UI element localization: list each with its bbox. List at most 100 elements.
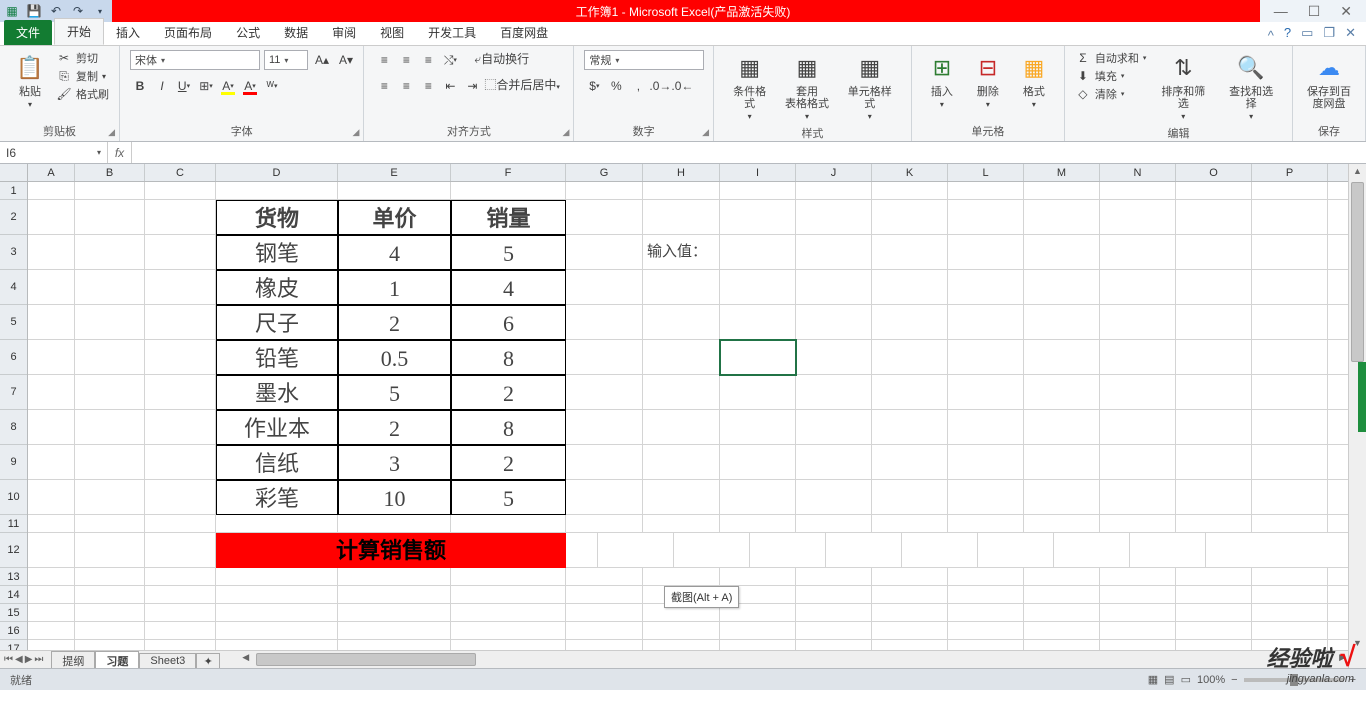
- cell[interactable]: [75, 200, 145, 235]
- cell[interactable]: [216, 515, 338, 533]
- table-format-button[interactable]: ▦套用 表格格式▾: [781, 50, 832, 123]
- cell[interactable]: [28, 622, 75, 640]
- col-header-L[interactable]: L: [948, 164, 1024, 181]
- row-header-14[interactable]: 14: [0, 586, 27, 604]
- cell[interactable]: [872, 445, 948, 480]
- col-header-E[interactable]: E: [338, 164, 451, 181]
- phonetic-button[interactable]: ᵂ▾: [262, 76, 282, 96]
- cell[interactable]: [1100, 182, 1176, 200]
- cell[interactable]: [872, 568, 948, 586]
- row-header-12[interactable]: 12: [0, 533, 27, 568]
- cell[interactable]: [75, 480, 145, 515]
- cell[interactable]: 0.5: [338, 340, 451, 375]
- cell[interactable]: [1024, 340, 1100, 375]
- cell[interactable]: [948, 622, 1024, 640]
- cell[interactable]: [643, 305, 720, 340]
- cell[interactable]: [566, 586, 643, 604]
- cell[interactable]: 1: [338, 270, 451, 305]
- cell[interactable]: [1100, 305, 1176, 340]
- cell[interactable]: 墨水: [216, 375, 338, 410]
- cell[interactable]: 货物: [216, 200, 338, 235]
- cell[interactable]: [643, 622, 720, 640]
- close-button[interactable]: ✕: [1340, 3, 1352, 20]
- cell[interactable]: [948, 182, 1024, 200]
- cell[interactable]: [145, 270, 216, 305]
- cell[interactable]: 2: [451, 375, 566, 410]
- row-header-4[interactable]: 4: [0, 270, 27, 305]
- cell[interactable]: [1024, 445, 1100, 480]
- dialog-launcher-icon[interactable]: ◢: [352, 127, 359, 138]
- chevron-down-icon[interactable]: ▾: [97, 148, 101, 157]
- fx-icon[interactable]: fx: [108, 142, 132, 163]
- cell[interactable]: [1176, 410, 1252, 445]
- cell[interactable]: [451, 622, 566, 640]
- cell[interactable]: [28, 445, 75, 480]
- col-header-O[interactable]: O: [1176, 164, 1252, 181]
- cell[interactable]: [145, 182, 216, 200]
- cell[interactable]: [643, 270, 720, 305]
- row-headers[interactable]: 12345678910111213141516171819: [0, 182, 28, 668]
- prev-sheet-icon[interactable]: ◀: [15, 654, 23, 665]
- cell[interactable]: [948, 568, 1024, 586]
- cell[interactable]: [720, 375, 796, 410]
- maximize-button[interactable]: ☐: [1308, 3, 1321, 20]
- tab-view[interactable]: 视图: [368, 20, 416, 45]
- cell[interactable]: [643, 200, 720, 235]
- name-box[interactable]: I6▾: [0, 142, 108, 163]
- cell[interactable]: [750, 533, 826, 568]
- cell[interactable]: 铅笔: [216, 340, 338, 375]
- cell[interactable]: 作业本: [216, 410, 338, 445]
- cell[interactable]: [720, 182, 796, 200]
- col-header-C[interactable]: C: [145, 164, 216, 181]
- cell[interactable]: 5: [451, 235, 566, 270]
- cell[interactable]: [872, 410, 948, 445]
- cell[interactable]: [1100, 568, 1176, 586]
- cell[interactable]: [451, 604, 566, 622]
- cell[interactable]: [28, 200, 75, 235]
- cell[interactable]: [1024, 235, 1100, 270]
- tab-file[interactable]: 文件: [4, 20, 52, 45]
- cell[interactable]: [1176, 586, 1252, 604]
- cell[interactable]: 彩笔: [216, 480, 338, 515]
- cell[interactable]: [1024, 182, 1100, 200]
- cell[interactable]: [872, 586, 948, 604]
- cell[interactable]: 橡皮: [216, 270, 338, 305]
- inc-decimal-button[interactable]: .0→: [650, 76, 670, 96]
- cell[interactable]: [1100, 200, 1176, 235]
- cell[interactable]: [948, 375, 1024, 410]
- cell[interactable]: [1176, 200, 1252, 235]
- orientation-button[interactable]: ⤭▾: [440, 50, 460, 70]
- sheet-tab-2[interactable]: 习题: [95, 651, 139, 668]
- cell[interactable]: [1252, 270, 1328, 305]
- border-button[interactable]: ⊞▾: [196, 76, 216, 96]
- tab-formulas[interactable]: 公式: [224, 20, 272, 45]
- cell[interactable]: 10: [338, 480, 451, 515]
- help-icon[interactable]: ?: [1284, 25, 1291, 44]
- tab-home[interactable]: 开始: [54, 18, 104, 45]
- new-sheet-button[interactable]: ✦: [196, 653, 220, 669]
- col-header-J[interactable]: J: [796, 164, 872, 181]
- dialog-launcher-icon[interactable]: ◢: [562, 127, 569, 138]
- cell[interactable]: [643, 568, 720, 586]
- cell[interactable]: [338, 182, 451, 200]
- row-header-16[interactable]: 16: [0, 622, 27, 640]
- cell-style-button[interactable]: ▦单元格样式▾: [839, 50, 901, 123]
- cell[interactable]: [796, 182, 872, 200]
- merge-button[interactable]: ⬚合并后居中▾: [484, 76, 560, 96]
- row-header-10[interactable]: 10: [0, 480, 27, 515]
- cell[interactable]: [872, 182, 948, 200]
- cell[interactable]: [872, 480, 948, 515]
- cell[interactable]: [720, 445, 796, 480]
- cell[interactable]: [674, 533, 750, 568]
- cell[interactable]: [145, 515, 216, 533]
- cell[interactable]: [566, 410, 643, 445]
- cell[interactable]: [720, 622, 796, 640]
- cell[interactable]: [28, 182, 75, 200]
- cell[interactable]: [338, 515, 451, 533]
- sheet-nav[interactable]: ⏮ ◀ ▶ ⏭: [0, 651, 47, 668]
- dialog-launcher-icon[interactable]: ◢: [702, 127, 709, 138]
- row-header-1[interactable]: 1: [0, 182, 27, 200]
- ribbon-minimize-icon[interactable]: ㅤ^: [1256, 25, 1274, 44]
- align-bottom-button[interactable]: ≡: [418, 50, 438, 70]
- cell[interactable]: [145, 200, 216, 235]
